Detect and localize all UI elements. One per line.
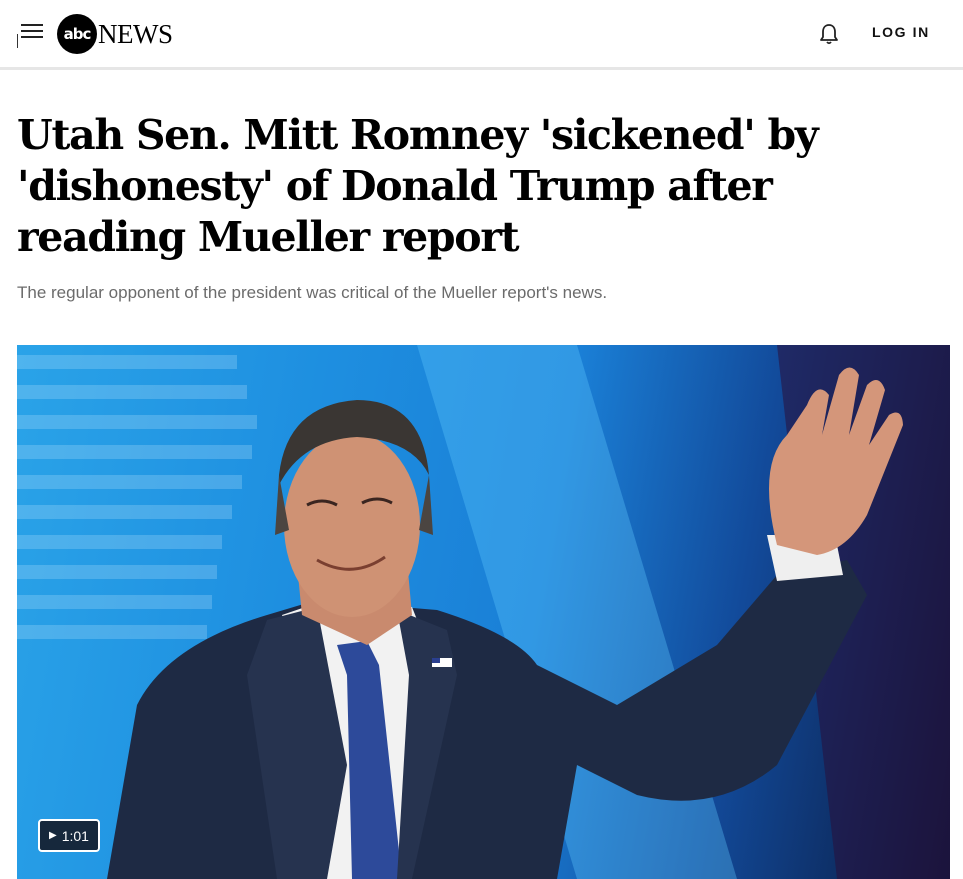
news-logo-text: NEWS (98, 18, 173, 49)
top-navigation-bar: abc NEWS LOG IN (0, 0, 963, 70)
hero-photo-illustration (17, 345, 950, 879)
play-icon: ▶ (49, 830, 57, 841)
bell-icon[interactable] (817, 22, 841, 46)
hamburger-menu-icon[interactable] (21, 22, 45, 42)
article-subheadline: The regular opponent of the president wa… (17, 283, 608, 302)
article-headline: Utah Sen. Mitt Romney 'sickened' by 'dis… (17, 111, 819, 261)
text-cursor (17, 34, 18, 48)
login-button[interactable]: LOG IN (872, 24, 930, 40)
abc-news-logo[interactable]: abc NEWS (57, 14, 173, 54)
video-duration-badge[interactable]: ▶ 1:01 (38, 819, 100, 852)
hero-video-image[interactable]: ▶ 1:01 (17, 345, 950, 879)
abc-logo-circle: abc (57, 14, 97, 54)
video-duration: 1:01 (61, 827, 89, 844)
